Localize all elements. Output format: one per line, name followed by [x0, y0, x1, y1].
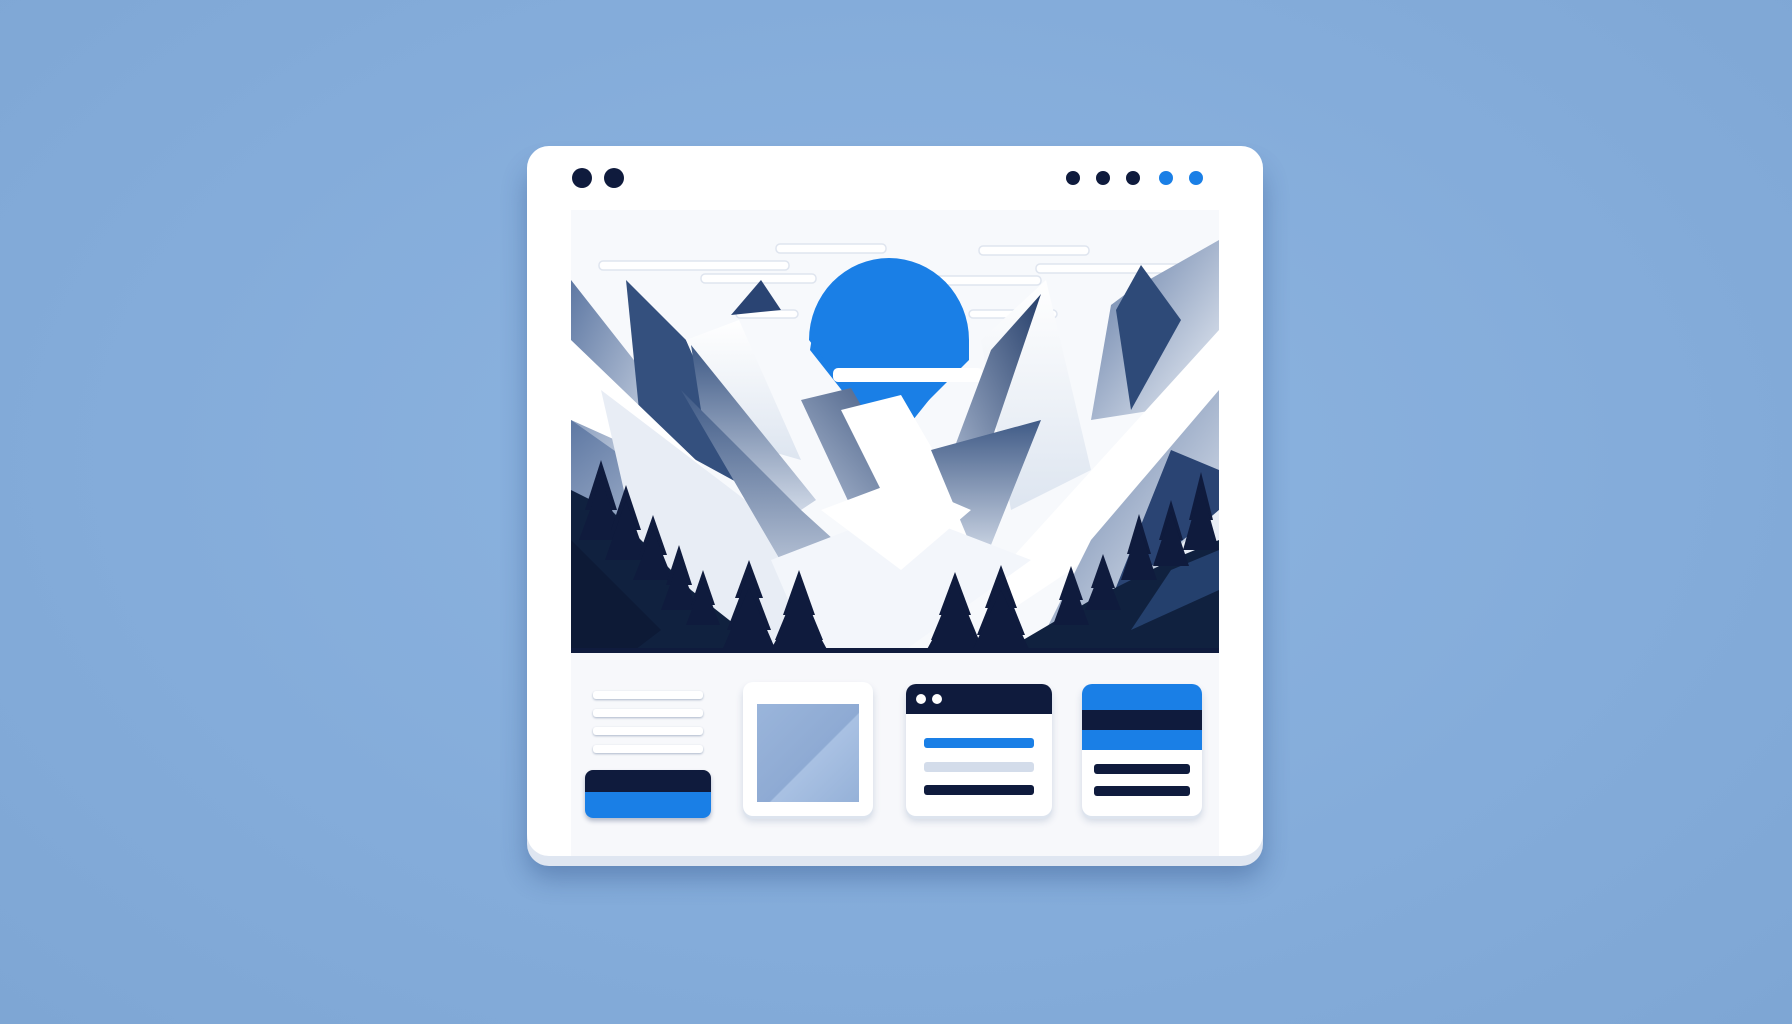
window-titlebar — [527, 146, 1263, 206]
mini-window-line-2 — [924, 762, 1034, 772]
text-lines-icon[interactable] — [585, 770, 711, 818]
stripes-icon — [1082, 684, 1202, 750]
toolbar-dot-4[interactable] — [1159, 171, 1173, 185]
text-line-3 — [593, 727, 703, 735]
text-line-2 — [593, 709, 703, 717]
toolbar-dot-5[interactable] — [1189, 171, 1203, 185]
mini-window-icon — [906, 684, 1052, 714]
hero-banner — [571, 210, 1219, 653]
stripes-card[interactable] — [1082, 684, 1202, 816]
mini-window-card[interactable] — [906, 684, 1052, 816]
window-control-dot-2[interactable] — [604, 168, 624, 188]
mountain-range-illustration — [571, 210, 1219, 653]
stripes-line-2 — [1094, 786, 1190, 796]
desktop-background — [0, 0, 1792, 1024]
image-card[interactable] — [743, 682, 873, 816]
toolbar-dot-1[interactable] — [1066, 171, 1080, 185]
toolbar-dot-2[interactable] — [1096, 171, 1110, 185]
toolbar-dot-3[interactable] — [1126, 171, 1140, 185]
mini-window-line-3 — [924, 785, 1034, 795]
text-card[interactable] — [583, 682, 715, 822]
window-control-dot-1[interactable] — [572, 168, 592, 188]
text-line-1 — [593, 691, 703, 699]
image-placeholder-icon — [757, 704, 859, 802]
mini-window-line-1 — [924, 738, 1034, 748]
stripes-line-1 — [1094, 764, 1190, 774]
text-line-4 — [593, 745, 703, 753]
